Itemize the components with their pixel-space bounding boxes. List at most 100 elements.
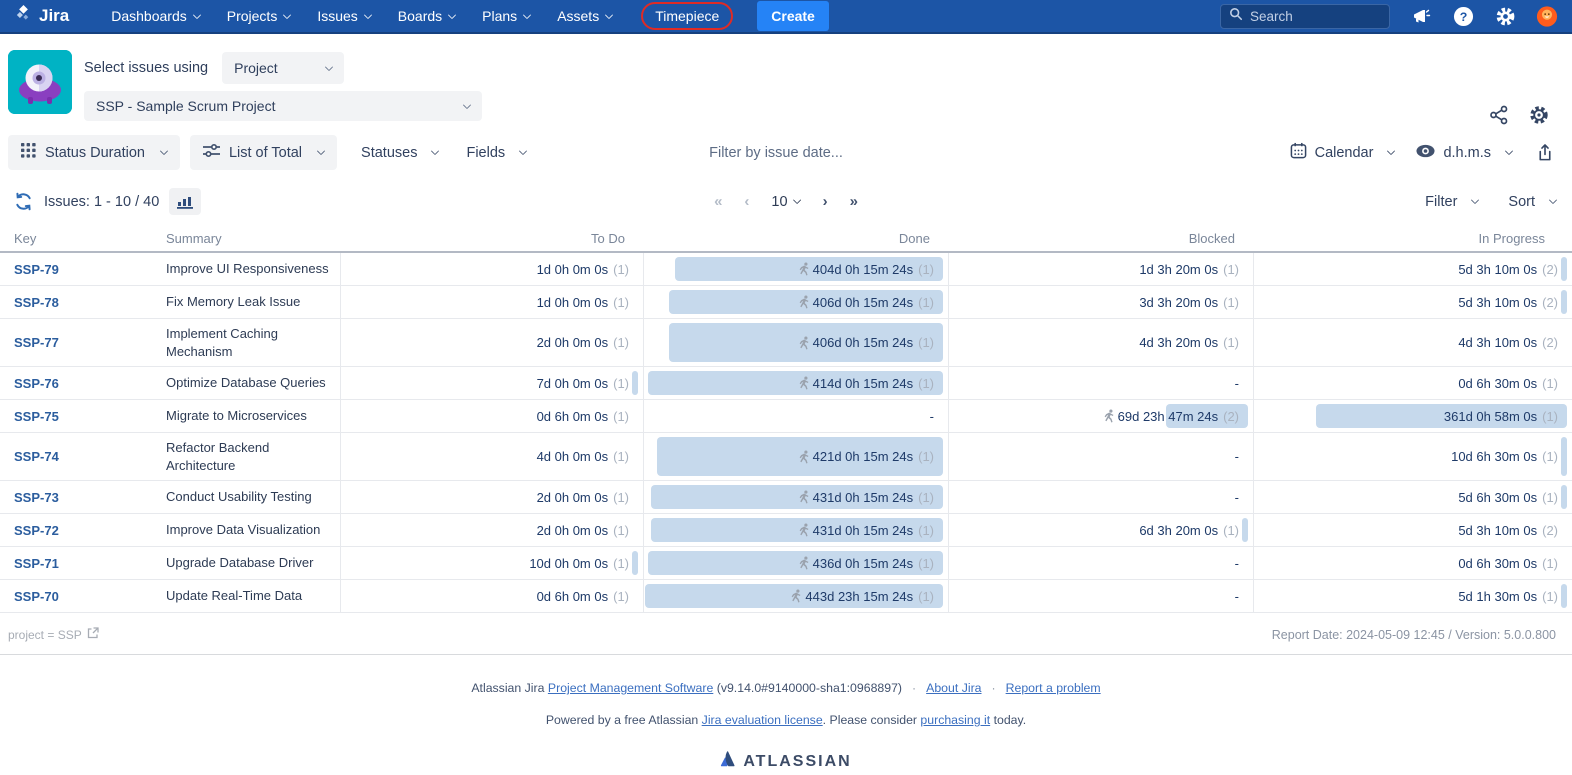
issue-key-link[interactable]: SSP-79: [14, 262, 59, 277]
nav-item-assets[interactable]: Assets: [557, 8, 612, 24]
duration-text: -: [1235, 376, 1239, 391]
issue-source-dropdown[interactable]: Project: [222, 52, 344, 84]
nav-item-dashboards[interactable]: Dashboards: [111, 8, 200, 24]
share-icon[interactable]: [1488, 104, 1510, 126]
project-dropdown[interactable]: SSP - Sample Scrum Project: [84, 91, 482, 121]
calendar-dropdown[interactable]: Calendar: [1290, 142, 1395, 163]
calendar-label: Calendar: [1315, 145, 1374, 161]
announcements-icon[interactable]: [1410, 5, 1432, 27]
inprogress-duration-cell: 5d 1h 30m 0s(1): [1253, 580, 1572, 612]
last-page-button[interactable]: »: [850, 193, 858, 210]
statuses-label: Statuses: [361, 145, 417, 161]
issue-key-link[interactable]: SSP-78: [14, 295, 59, 310]
next-page-button[interactable]: ›: [823, 193, 828, 210]
table-row: SSP-78 Fix Memory Leak Issue 1d 0h 0m 0s…: [0, 286, 1572, 319]
search-box[interactable]: [1220, 4, 1390, 29]
duration-text: -: [1235, 449, 1239, 464]
nav-item-timepiece[interactable]: Timepiece: [641, 2, 733, 30]
report-settings-gear-icon[interactable]: [1528, 104, 1550, 126]
duration-count: (1): [613, 556, 629, 571]
issue-key-link[interactable]: SSP-74: [14, 449, 59, 464]
time-format-value: d.h.m.s: [1443, 145, 1491, 161]
runner-icon: [797, 523, 810, 537]
view-type-value: List of Total: [229, 145, 302, 161]
duration-count: (1): [613, 262, 629, 277]
navbar-items: Dashboards Projects Issues Boards Plans …: [111, 2, 735, 30]
sort-dropdown[interactable]: Sort: [1508, 194, 1556, 210]
evaluation-license-link[interactable]: Jira evaluation license: [702, 713, 823, 727]
time-format-dropdown[interactable]: d.h.m.s: [1416, 144, 1512, 162]
blocked-duration-cell: 1d 3h 20m 0s(1): [948, 253, 1253, 285]
create-button[interactable]: Create: [757, 1, 829, 31]
issue-date-filter[interactable]: Filter by issue date...: [636, 145, 916, 161]
done-duration-cell: -: [643, 400, 948, 432]
export-icon[interactable]: [1534, 142, 1556, 164]
fields-dropdown[interactable]: Fields: [466, 145, 526, 161]
blocked-duration-cell: -: [948, 580, 1253, 612]
settings-gear-icon[interactable]: [1494, 5, 1516, 27]
statuses-dropdown[interactable]: Statuses: [361, 145, 438, 161]
report-type-dropdown[interactable]: Status Duration: [8, 135, 180, 170]
filter-dropdown[interactable]: Filter: [1425, 194, 1478, 210]
purchasing-link[interactable]: purchasing it: [920, 713, 990, 727]
prev-page-button[interactable]: ‹: [744, 193, 749, 210]
nav-item-plans[interactable]: Plans: [482, 8, 530, 24]
help-icon[interactable]: ?: [1452, 5, 1474, 27]
runner-icon: [789, 589, 802, 603]
toolbar-right: Calendar d.h.m.s: [1290, 142, 1556, 164]
duration-count: (1): [918, 262, 934, 277]
first-page-button[interactable]: «: [714, 193, 722, 210]
chart-view-button[interactable]: [169, 188, 201, 215]
footer-text: Atlassian Jira: [471, 681, 548, 695]
issue-summary: Update Real-Time Data: [165, 580, 340, 612]
chevron-down-icon: [1471, 196, 1479, 204]
pms-link[interactable]: Project Management Software: [548, 681, 713, 695]
chevron-down-icon: [317, 147, 325, 155]
duration-count: (1): [1542, 409, 1558, 424]
duration-text: 406d 0h 15m 24s: [813, 295, 913, 310]
footer-text: . Please consider: [823, 713, 921, 727]
inprogress-duration-cell: 5d 3h 10m 0s(2): [1253, 286, 1572, 318]
about-jira-link[interactable]: About Jira: [926, 681, 981, 695]
duration-text: 361d 0h 58m 0s: [1444, 409, 1537, 424]
pagination: « ‹ 10 › »: [714, 193, 858, 210]
duration-bar: [632, 371, 638, 395]
duration-text: -: [1235, 556, 1239, 571]
issue-key-link[interactable]: SSP-73: [14, 490, 59, 505]
issue-key-link[interactable]: SSP-76: [14, 376, 59, 391]
duration-count: (2): [1542, 523, 1558, 538]
duration-text: 10d 6h 30m 0s: [1451, 449, 1537, 464]
duration-count: (1): [613, 523, 629, 538]
nav-item-projects[interactable]: Projects: [227, 8, 291, 24]
status-duration-table: Key Summary To Do Done Blocked In Progre…: [0, 225, 1572, 613]
duration-text: 0d 6h 0m 0s: [537, 409, 609, 424]
issues-bar: Issues: 1 - 10 / 40 « ‹ 10 › » Filter So…: [0, 180, 1572, 225]
user-avatar[interactable]: [1536, 5, 1558, 27]
jira-logo-text: Jira: [39, 6, 69, 26]
view-type-dropdown[interactable]: List of Total: [190, 135, 337, 170]
duration-count: (1): [1223, 295, 1239, 310]
jira-logo-icon: [14, 4, 33, 28]
nav-item-issues[interactable]: Issues: [317, 8, 370, 24]
jql-link[interactable]: project = SSP: [8, 627, 99, 642]
jira-logo[interactable]: Jira: [14, 4, 69, 28]
search-input[interactable]: [1250, 9, 1370, 24]
issue-key-link[interactable]: SSP-71: [14, 556, 59, 571]
report-problem-link[interactable]: Report a problem: [1006, 681, 1101, 695]
chevron-down-icon: [325, 62, 333, 70]
issue-key-link[interactable]: SSP-72: [14, 523, 59, 538]
column-header-inprogress: In Progress: [1253, 231, 1572, 246]
duration-text: 10d 0h 0m 0s: [529, 556, 608, 571]
duration-text: 3d 3h 20m 0s: [1139, 295, 1218, 310]
runner-icon: [797, 295, 810, 309]
page-size-dropdown[interactable]: 10: [771, 194, 800, 210]
duration-text: 1d 3h 20m 0s: [1139, 262, 1218, 277]
refresh-icon[interactable]: [12, 191, 34, 213]
duration-count: (1): [613, 295, 629, 310]
issue-key-link[interactable]: SSP-75: [14, 409, 59, 424]
issue-key-link[interactable]: SSP-77: [14, 335, 59, 350]
issue-key-link[interactable]: SSP-70: [14, 589, 59, 604]
blocked-duration-cell: 4d 3h 20m 0s(1): [948, 319, 1253, 366]
nav-item-boards[interactable]: Boards: [398, 8, 455, 24]
chevron-down-icon: [160, 147, 168, 155]
